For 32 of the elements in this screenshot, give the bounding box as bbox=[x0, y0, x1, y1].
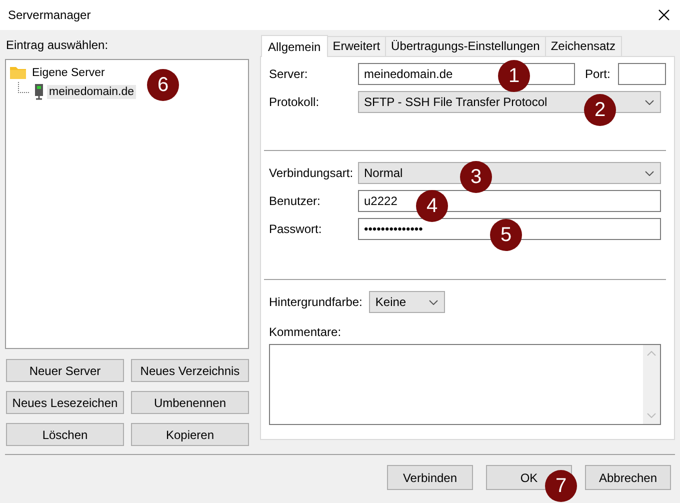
server-label: Server: bbox=[269, 67, 309, 81]
entry-list-label: Eintrag auswählen: bbox=[5, 37, 110, 54]
tree-item[interactable]: Eigene Server bbox=[30, 66, 107, 80]
window-title: Servermanager bbox=[8, 8, 91, 22]
chevron-icon bbox=[429, 300, 438, 304]
folder-icon bbox=[10, 66, 26, 79]
entry-button[interactable]: Löschen bbox=[6, 423, 124, 446]
comments-field[interactable] bbox=[269, 344, 661, 425]
chevron-icon bbox=[645, 100, 654, 104]
protocol-label: Protokoll: bbox=[269, 95, 320, 109]
dialog-button[interactable]: Abbrechen bbox=[585, 465, 671, 490]
port-label: Port: bbox=[585, 67, 610, 81]
comments-label: Kommentare: bbox=[269, 325, 342, 339]
dialog-button[interactable]: Verbinden bbox=[387, 465, 473, 490]
input-field[interactable] bbox=[618, 63, 666, 85]
server-icon bbox=[35, 84, 43, 100]
entry-button[interactable]: Neues Verzeichnis bbox=[131, 359, 249, 382]
tree-item[interactable]: meinedomain.de bbox=[47, 84, 136, 98]
tab[interactable]: Allgemein bbox=[261, 35, 328, 57]
entry-button[interactable]: Umbenennen bbox=[131, 391, 249, 414]
annotation-tooltip: 7 bbox=[545, 470, 577, 502]
entry-button[interactable]: Neues Lesezeichen bbox=[6, 391, 124, 414]
user-label: Benutzer: bbox=[269, 194, 322, 208]
dropdown[interactable]: Keine bbox=[369, 291, 446, 313]
chevron-icon bbox=[645, 170, 654, 176]
entry-button[interactable]: Kopieren bbox=[131, 423, 249, 446]
connection-type-label: Verbindungsart: bbox=[269, 166, 350, 180]
tab[interactable]: Zeichensatz bbox=[544, 36, 622, 56]
background-color-label: Hintergrundfarbe: bbox=[269, 295, 362, 309]
entry-button[interactable]: Neuer Server bbox=[6, 359, 124, 382]
password-label: Passwort: bbox=[269, 222, 323, 236]
close-icon[interactable] bbox=[658, 9, 670, 21]
